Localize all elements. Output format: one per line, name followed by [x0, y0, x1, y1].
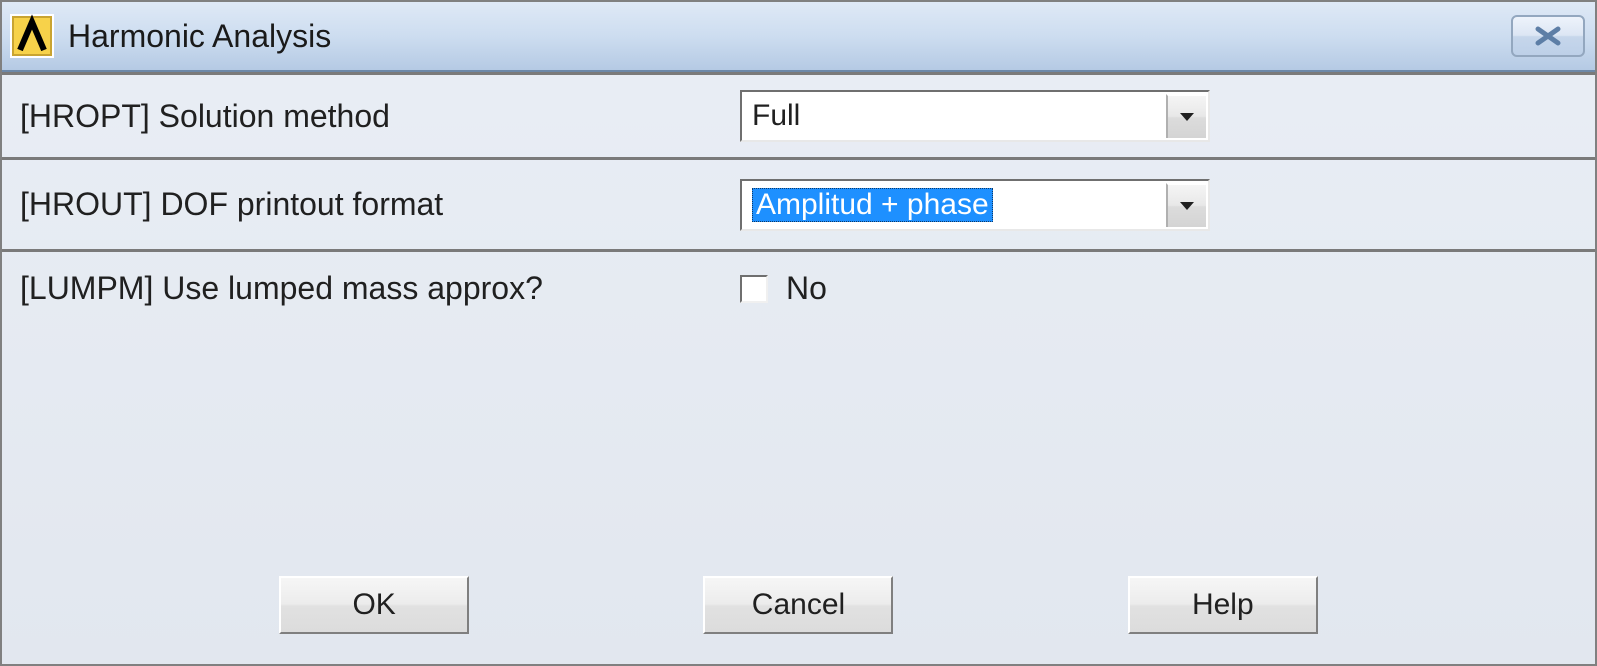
- row-hropt: [HROPT] Solution method Full: [2, 72, 1595, 160]
- dialog-window: Harmonic Analysis [HROPT] Solution metho…: [0, 0, 1597, 666]
- row-lumpm: [LUMPM] Use lumped mass approx? No: [2, 252, 1595, 342]
- close-button[interactable]: [1511, 15, 1585, 57]
- row-hrout: [HROUT] DOF printout format Amplitud + p…: [2, 160, 1595, 252]
- checkbox-lumped-mass[interactable]: [740, 275, 768, 303]
- client-area: [HROPT] Solution method Full [HROUT] DOF…: [2, 72, 1595, 342]
- dropdown-value: Full: [752, 99, 800, 133]
- help-button[interactable]: Help: [1128, 576, 1318, 634]
- title-bar: Harmonic Analysis: [2, 2, 1595, 72]
- chevron-down-icon: [1179, 201, 1195, 211]
- label-hrout: [HROUT] DOF printout format: [20, 186, 443, 222]
- button-bar: OK Cancel Help: [2, 576, 1595, 634]
- dropdown-value: Amplitud + phase: [752, 188, 993, 222]
- button-label: OK: [352, 588, 395, 622]
- close-icon: [1534, 26, 1562, 46]
- app-icon: [10, 14, 54, 58]
- dropdown-arrow[interactable]: [1166, 183, 1206, 227]
- checkbox-label: No: [786, 270, 827, 307]
- label-hropt: [HROPT] Solution method: [20, 98, 390, 134]
- ok-button[interactable]: OK: [279, 576, 469, 634]
- dropdown-solution-method[interactable]: Full: [740, 90, 1210, 142]
- button-label: Cancel: [752, 588, 845, 622]
- dropdown-arrow[interactable]: [1166, 94, 1206, 138]
- button-label: Help: [1192, 588, 1254, 622]
- dropdown-dof-printout-format[interactable]: Amplitud + phase: [740, 179, 1210, 231]
- window-title: Harmonic Analysis: [68, 18, 1511, 55]
- cancel-button[interactable]: Cancel: [703, 576, 893, 634]
- chevron-down-icon: [1179, 112, 1195, 122]
- label-lumpm: [LUMPM] Use lumped mass approx?: [20, 270, 543, 306]
